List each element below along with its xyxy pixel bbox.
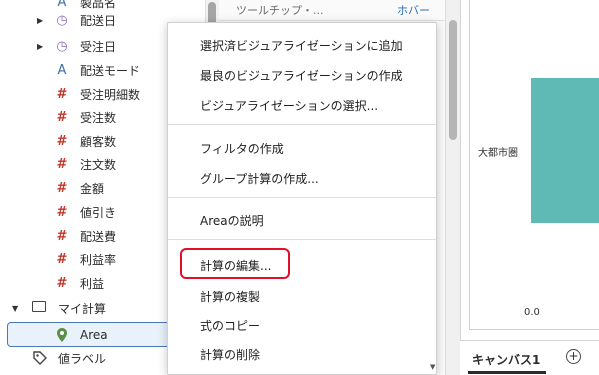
hash-icon: # — [56, 228, 68, 244]
folder-label: マイ計算 — [58, 301, 107, 316]
menu-item-duplicate-calculation[interactable]: 計算の複製 — [200, 288, 260, 305]
hash-icon: # — [56, 133, 68, 149]
menu-item-create-filter[interactable]: フィルタの作成 — [200, 140, 284, 157]
hash-icon: # — [56, 86, 68, 102]
hash-icon: # — [56, 156, 68, 172]
menu-item-pick-viz[interactable]: ビジュアライゼーションの選択... — [200, 97, 378, 114]
menu-item-explain-area[interactable]: Areaの説明 — [200, 212, 264, 229]
menu-item-create-best-viz[interactable]: 最良のビジュアライゼーションの作成 — [200, 67, 403, 84]
tree-item-label: 受注日 — [80, 39, 117, 54]
tree-item-label: Area — [80, 328, 108, 342]
tree-item-label: 配送費 — [80, 229, 117, 244]
location-pin-icon — [57, 328, 67, 342]
edit-calculation-highlight — [180, 248, 290, 279]
hash-icon: # — [56, 251, 68, 267]
tree-item-label: 値引き — [80, 205, 117, 220]
tree-item-label: 利益 — [80, 276, 105, 291]
properties-divider — [219, 20, 445, 21]
tree-item-label: 受注数 — [80, 110, 117, 125]
tag-icon — [33, 351, 47, 365]
tree-item-label: 金額 — [80, 181, 105, 196]
collapse-arrow-icon[interactable]: ▼ — [12, 304, 18, 313]
properties-scroll-thumb[interactable] — [449, 20, 457, 140]
chart-bar[interactable] — [531, 78, 599, 223]
tag-label: 値ラベル — [58, 351, 107, 366]
expand-arrow-icon[interactable]: ▶ — [37, 16, 43, 25]
menu-divider — [168, 197, 436, 198]
menu-item-create-group-calc[interactable]: グループ計算の作成... — [200, 170, 319, 187]
menu-item-copy-expression[interactable]: 式のコピー — [200, 317, 260, 334]
menu-item-add-to-selected-viz[interactable]: 選択済ビジュアライゼーションに追加 — [200, 37, 403, 54]
menu-divider — [168, 124, 436, 125]
category-axis-label: 大都市圏 — [478, 148, 518, 159]
tab-canvas-1[interactable]: キャンバス1 — [472, 351, 540, 368]
menu-divider — [168, 239, 436, 240]
tooltip-property-label: ツールチップ・... — [236, 4, 324, 17]
add-canvas-icon[interactable]: + — [566, 349, 581, 364]
text-icon: A — [57, 62, 67, 78]
expand-arrow-icon[interactable]: ▶ — [37, 42, 43, 51]
menu-item-delete-calculation[interactable]: 計算の削除 — [200, 346, 260, 363]
tree-item-label: 顧客数 — [80, 134, 117, 149]
hash-icon: # — [56, 204, 68, 220]
clock-icon: ◷ — [56, 38, 68, 54]
tree-item-label: 配送モード — [80, 63, 141, 78]
tooltip-property-value[interactable]: ホバー — [397, 2, 430, 18]
tree-item-label: 利益率 — [80, 252, 117, 267]
tree-item-label: 注文数 — [80, 157, 117, 172]
tree-item-area[interactable]: Area — [0, 324, 190, 346]
tree-item-label: 受注明細数 — [80, 87, 141, 102]
menu-scroll-down-icon[interactable]: ▼ — [430, 363, 435, 371]
folder-icon — [32, 301, 46, 312]
value-axis-tick: 0.0 — [524, 307, 540, 318]
clock-icon: ◷ — [56, 12, 68, 28]
hash-icon: # — [56, 109, 68, 125]
hash-icon: # — [56, 275, 68, 291]
active-tab-indicator — [468, 371, 546, 374]
tree-item-label: 配送日 — [80, 13, 117, 28]
hash-icon: # — [56, 180, 68, 196]
